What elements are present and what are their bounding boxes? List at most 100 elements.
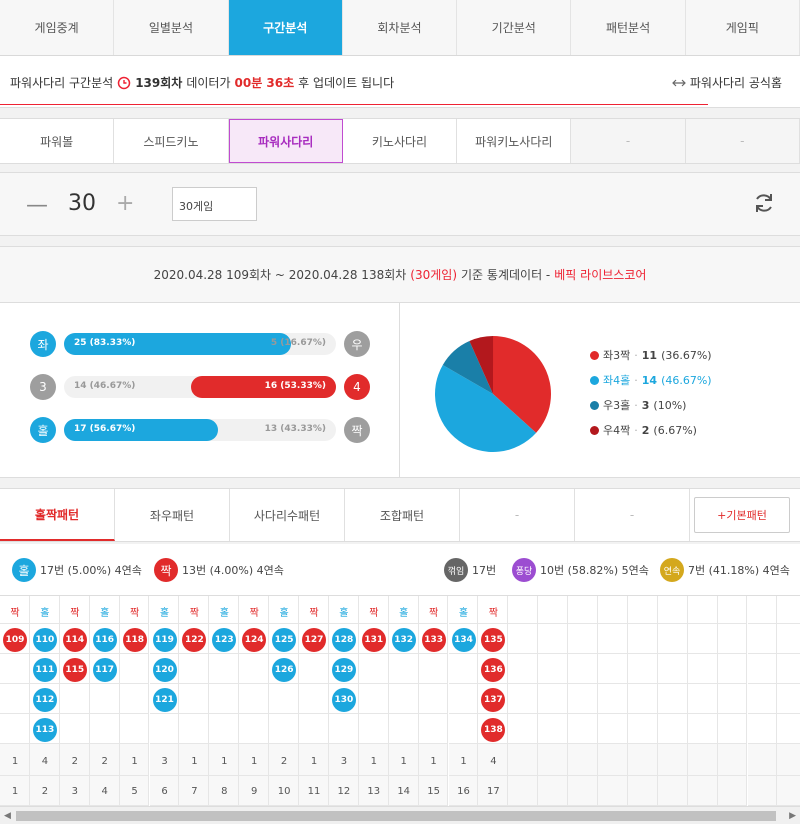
- grid-cell: [717, 776, 748, 806]
- nav-tab-4[interactable]: 기간분석: [457, 0, 572, 55]
- grid-cell: [89, 684, 120, 714]
- grid-cell: [239, 684, 270, 714]
- basic-pattern-button[interactable]: +기본패턴: [694, 497, 790, 533]
- subnav-tab-4[interactable]: 파워키노사다리: [457, 119, 572, 163]
- official-link-label: 파워사다리 공식홈: [689, 76, 782, 90]
- pattern-ball: 117: [92, 658, 117, 682]
- official-link[interactable]: 파워사다리 공식홈: [672, 74, 782, 91]
- column-count: 1: [221, 756, 228, 767]
- pattern-tab-0[interactable]: 홀짝패턴: [0, 489, 115, 541]
- column-count: 3: [161, 756, 168, 767]
- subnav-tab-5[interactable]: -: [571, 119, 686, 163]
- nav-tab-5[interactable]: 패턴분석: [571, 0, 686, 55]
- subnav-tab-0[interactable]: 파워볼: [0, 119, 115, 163]
- update-notice: 파워사다리 구간분석 139회차 데이터가 00분 36초 후 업데이트 됩니다: [10, 74, 394, 91]
- grid-cell: [627, 714, 658, 744]
- subnav-tab-2[interactable]: 파워사다리: [228, 119, 343, 163]
- column-index: 11: [307, 786, 321, 797]
- grid-cell: [687, 654, 718, 684]
- column-index: 13: [367, 786, 381, 797]
- grid-cell: [657, 714, 688, 744]
- scroll-thumb[interactable]: [16, 811, 776, 821]
- subnav-tab-3[interactable]: 키노사다리: [342, 119, 458, 163]
- legend-pct: (6.67%): [653, 423, 697, 437]
- grid-cell: [568, 776, 598, 806]
- grid-cell: [508, 714, 539, 744]
- pattern-ball: 132: [391, 628, 416, 652]
- nav-tab-2[interactable]: 구간분석: [228, 0, 343, 55]
- column-count: 1: [310, 756, 318, 767]
- ratio-left-label: 14 (46.67%): [74, 381, 136, 391]
- nav-tab-6[interactable]: 게임픽: [685, 0, 800, 55]
- legend-name: 좌3짝: [603, 349, 631, 362]
- grid-cell: [747, 776, 778, 806]
- grid-cell: [269, 714, 299, 744]
- ratio-right-badge: 짝: [344, 417, 370, 443]
- nav-tab-0[interactable]: 게임중계: [0, 0, 115, 55]
- stats-period: 2020.04.28 109회차 ~ 2020.04.28 138회차: [153, 268, 407, 282]
- grid-cell: [777, 776, 800, 806]
- info-bar: 파워사다리 구간분석 139회차 데이터가 00분 36초 후 업데이트 됩니다…: [0, 56, 800, 108]
- pong-summary: 퐁당 10번 (58.82%) 5연속: [512, 558, 649, 582]
- pie-area: [400, 303, 800, 478]
- pattern-ball: 130: [331, 688, 356, 712]
- legend-dot: [590, 375, 599, 385]
- horizontal-scrollbar[interactable]: ◀ ▶: [0, 806, 800, 824]
- ratio-row: 3 14 (46.67%) 16 (53.33%) 4: [30, 374, 370, 400]
- legend-count: 11: [641, 348, 658, 362]
- notice-mid: 데이터가: [186, 76, 231, 90]
- stats-mid: 기준 통계데이터 -: [461, 268, 551, 282]
- nav-tab-3[interactable]: 회차분석: [342, 0, 458, 55]
- column-index: 7: [191, 786, 198, 797]
- scroll-right-icon[interactable]: ▶: [789, 811, 796, 821]
- grid-cell: [657, 596, 688, 624]
- pattern-column-head: 홀: [40, 608, 50, 619]
- pattern-ball: 110: [32, 628, 57, 652]
- grid-cell: [0, 714, 30, 744]
- subnav-tab-6[interactable]: -: [685, 119, 800, 163]
- pattern-ball: 114: [62, 628, 87, 652]
- plus-button[interactable]: +: [116, 191, 134, 216]
- scroll-left-icon[interactable]: ◀: [4, 811, 11, 821]
- ratio-track: 14 (46.67%) 16 (53.33%): [64, 376, 336, 398]
- pattern-column-head: 짝: [70, 608, 80, 619]
- grid-cell: [657, 684, 688, 714]
- column-count: 1: [251, 756, 258, 767]
- grid-cell: [538, 624, 569, 654]
- column-index: 12: [337, 786, 351, 797]
- refresh-icon[interactable]: [752, 191, 776, 215]
- legend-name: 우3홀: [603, 399, 631, 412]
- pie-chart: [435, 336, 551, 452]
- grid-cell: [59, 684, 90, 714]
- legend-count: 3: [641, 398, 650, 412]
- pattern-tab-5[interactable]: -: [575, 489, 690, 541]
- minus-button[interactable]: —: [26, 193, 48, 218]
- nav-tab-1[interactable]: 일별분석: [114, 0, 229, 55]
- grid-cell: [627, 654, 658, 684]
- pattern-tab-3[interactable]: 조합패턴: [345, 489, 460, 541]
- grid-cell: [717, 684, 748, 714]
- pattern-tab-2[interactable]: 사다리수패턴: [230, 489, 345, 541]
- even-text: 13번 (4.00%) 4연속: [182, 564, 284, 577]
- pattern-ball: 125: [272, 628, 297, 652]
- game-count-select[interactable]: 30게임: [172, 187, 257, 221]
- grid-cell: [538, 776, 569, 806]
- pattern-column-head: 홀: [219, 608, 229, 619]
- grid-cell: [598, 714, 628, 744]
- pattern-tab-1[interactable]: 좌우패턴: [115, 489, 230, 541]
- pattern-column-head: 짝: [10, 608, 20, 619]
- grid-cell: [508, 654, 539, 684]
- pattern-tab-4[interactable]: -: [460, 489, 575, 541]
- stats-panel: 2020.04.28 109회차 ~ 2020.04.28 138회차 (30게…: [0, 246, 800, 478]
- pattern-ball: 120: [152, 658, 177, 682]
- ratio-right-label: 5 (16.67%): [270, 338, 326, 348]
- column-count: 1: [430, 756, 437, 767]
- pattern-column-head: 짝: [189, 608, 199, 619]
- legend-pct: (36.67%): [661, 348, 712, 362]
- grid-cell: [448, 654, 479, 684]
- subnav-tab-1[interactable]: 스피드키노: [114, 119, 229, 163]
- pie-legend-item: 우3홀 · 3 (10%): [590, 397, 686, 413]
- grid-cell: [328, 714, 359, 744]
- grid-cell: [598, 776, 628, 806]
- grid-cell: [568, 684, 598, 714]
